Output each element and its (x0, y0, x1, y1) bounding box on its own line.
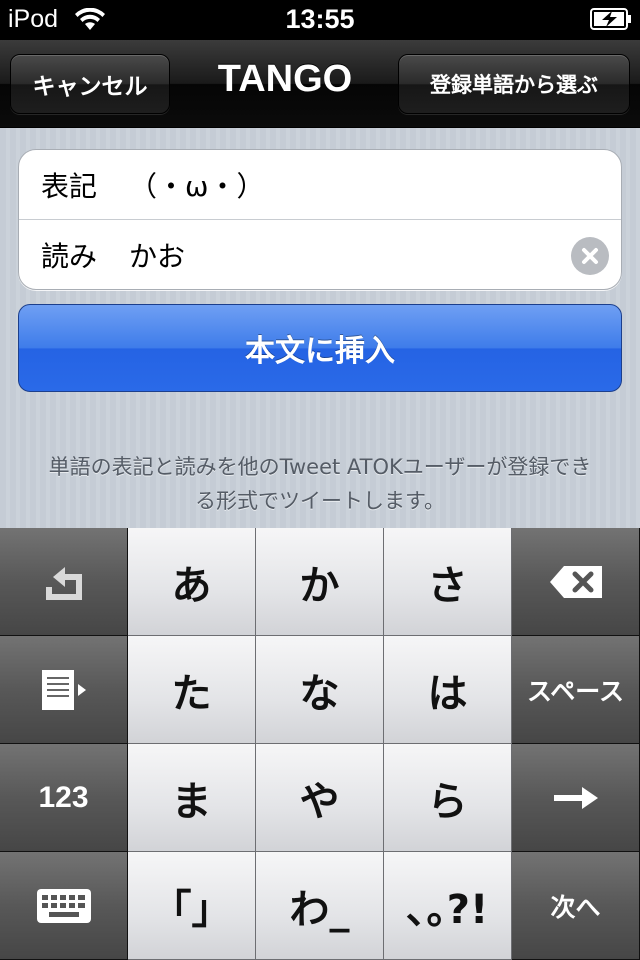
notation-label: 表記 (41, 169, 98, 203)
backspace-key[interactable] (512, 528, 640, 636)
key-na[interactable]: な (256, 636, 384, 744)
keyboard-icon (36, 888, 91, 923)
battery-charging-icon (590, 8, 631, 30)
cursor-right-key[interactable] (512, 744, 640, 852)
clock: 13:55 (285, 4, 355, 34)
key-wa[interactable]: わ_ (256, 852, 384, 960)
undo-icon (45, 566, 82, 600)
key-punctuation[interactable]: ､｡?! (384, 852, 512, 960)
next-key[interactable]: 次へ (512, 852, 640, 960)
arrow-right-icon (553, 786, 598, 809)
reading-label: 読み (41, 240, 98, 273)
clear-icon[interactable] (571, 237, 609, 275)
keyboard-switch-key[interactable] (0, 852, 128, 960)
key-a[interactable]: あ (128, 528, 256, 636)
key-brackets[interactable]: 「」 (128, 852, 256, 960)
key-ya[interactable]: や (256, 744, 384, 852)
cancel-button[interactable]: キャンセル (10, 54, 170, 114)
insert-into-text-button[interactable]: 本文に挿入 (18, 304, 622, 392)
key-ha[interactable]: は (384, 636, 512, 744)
content-area: 表記 （・ω・） 読み かお 本文に挿入 単語の表記と読みを他のTweet AT… (0, 128, 640, 528)
keyboard: あ か さ た な は スペース 123 ま や ら 「」 わ_ ､｡?! 次へ (0, 528, 640, 960)
key-sa[interactable]: さ (384, 528, 512, 636)
space-key[interactable]: スペース (512, 636, 640, 744)
notation-row[interactable]: 表記 （・ω・） (19, 150, 621, 220)
undo-key[interactable] (0, 528, 128, 636)
backspace-icon (549, 565, 602, 598)
document-icon (41, 669, 86, 710)
reading-field[interactable]: かお (129, 235, 185, 275)
navigation-bar: キャンセル TANGO 登録単語から選ぶ (0, 40, 640, 128)
help-text-line-1: 単語の表記と読みを他のTweet ATOKユーザーが登録でき (48, 455, 592, 479)
help-text-line-2: る形式でツイートします。 (195, 489, 445, 513)
number-mode-key[interactable]: 123 (0, 744, 128, 852)
notation-field[interactable]: （・ω・） (129, 165, 264, 205)
status-bar: iPod 13:55 (0, 0, 640, 40)
reading-row[interactable]: 読み かお (19, 220, 621, 289)
word-form: 表記 （・ω・） 読み かお (18, 149, 622, 290)
space-key-label: スペース (526, 676, 624, 706)
number-mode-label: 123 (38, 780, 89, 814)
select-registered-word-button[interactable]: 登録単語から選ぶ (398, 54, 630, 114)
next-key-label: 次へ (550, 892, 601, 922)
key-ka[interactable]: か (256, 528, 384, 636)
key-ta[interactable]: た (128, 636, 256, 744)
template-key[interactable] (0, 636, 128, 744)
page-title: TANGO (217, 58, 353, 100)
help-text: 単語の表記と読みを他のTweet ATOKユーザーが登録でき る形式でツイートし… (10, 450, 630, 518)
key-ra[interactable]: ら (384, 744, 512, 852)
key-ma[interactable]: ま (128, 744, 256, 852)
